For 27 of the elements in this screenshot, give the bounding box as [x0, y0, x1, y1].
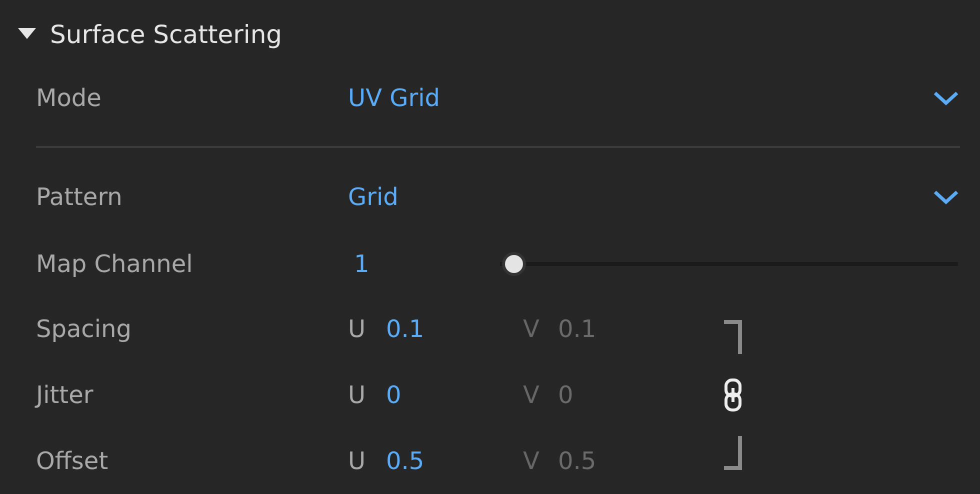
- field-label: Offset: [36, 447, 108, 475]
- axis-label: V: [523, 315, 540, 343]
- link-icon[interactable]: [724, 378, 742, 412]
- bracket-icon: [724, 436, 742, 470]
- section-header[interactable]: Surface Scattering: [18, 14, 960, 54]
- axis-label: V: [523, 447, 540, 475]
- chevron-down-icon: [932, 89, 960, 107]
- number-field[interactable]: 0: [386, 381, 523, 409]
- field-label: Mode: [36, 84, 102, 112]
- field-label: Map Channel: [36, 250, 193, 278]
- number-field[interactable]: 0.5: [386, 447, 523, 475]
- bracket-icon: [724, 320, 742, 354]
- chevron-down-icon: [932, 188, 960, 206]
- number-field[interactable]: 1: [348, 250, 500, 278]
- number-field[interactable]: 0.1: [386, 315, 523, 343]
- field-label: Spacing: [36, 315, 132, 343]
- section-title: Surface Scattering: [50, 20, 282, 48]
- axis-label: U: [348, 381, 367, 409]
- axis-label: U: [348, 315, 367, 343]
- axis-label: V: [523, 381, 540, 409]
- field-label: Jitter: [36, 381, 94, 409]
- axis-label: U: [348, 447, 367, 475]
- mode-dropdown[interactable]: UV Grid: [348, 84, 960, 112]
- field-label: Pattern: [36, 183, 122, 211]
- pattern-dropdown[interactable]: Grid: [348, 183, 960, 211]
- collapse-triangle-icon: [18, 28, 36, 40]
- slider-thumb[interactable]: [504, 255, 523, 273]
